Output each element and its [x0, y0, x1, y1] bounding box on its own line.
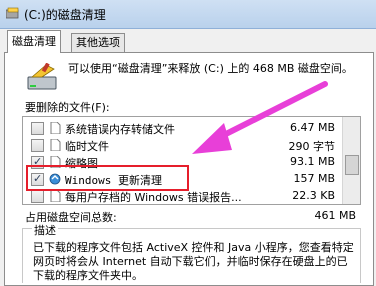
title-bar: (C:)的磁盘清理 — [0, 0, 376, 29]
list-item[interactable]: 系统错误内存转储文件 6.47 MB — [23, 120, 341, 137]
list-item-size: 290 字节 — [288, 140, 336, 153]
intro-text: 可以使用“磁盘清理”来释放 (C:) 上的 468 MB 磁盘空间。 — [68, 62, 353, 75]
list-item-name: 临时文件 — [65, 140, 109, 153]
file-icon — [50, 122, 61, 134]
description-label: 描述 — [32, 222, 58, 238]
checkbox[interactable] — [31, 122, 44, 135]
files-to-delete-label: 要删除的文件(F): — [25, 101, 110, 114]
description-text: 已下载的程序文件包括 ActiveX 控件和 Java 小程序，您查看特定网页时… — [33, 241, 354, 282]
tab-more-options[interactable]: 其他选项 — [71, 33, 125, 53]
disk-cleanup-app-icon — [6, 7, 19, 19]
disk-cleanup-drive-icon — [27, 63, 57, 90]
list-item-size: 93.1 MB — [289, 155, 335, 168]
file-icon — [50, 139, 61, 151]
scrollbar-thumb[interactable] — [345, 155, 359, 175]
file-icon — [50, 190, 61, 202]
highlight-box — [26, 165, 189, 191]
list-item-size: 6.47 MB — [289, 121, 335, 134]
files-to-delete-list[interactable]: 系统错误内存转储文件 6.47 MB 临时文件 290 字节 ✓ 缩略图 93.… — [22, 116, 361, 205]
checkbox[interactable] — [31, 139, 44, 152]
list-item-name: 系统错误内存转储文件 — [65, 123, 175, 136]
list-item[interactable]: 临时文件 290 字节 — [23, 137, 341, 154]
list-item-name: 每用户存档的 Windows 错误报告... — [65, 191, 242, 204]
list-scrollbar[interactable] — [342, 117, 360, 204]
tab-bar: 磁盘清理 其他选项 — [0, 29, 376, 53]
window-title: (C:)的磁盘清理 — [24, 8, 106, 22]
total-space-value: 461 MB — [314, 209, 356, 222]
list-item-size: 157 MB — [293, 172, 335, 185]
list-item-size: 22.3 KB — [292, 189, 335, 202]
tab-disk-cleanup[interactable]: 磁盘清理 — [7, 30, 61, 53]
checkbox[interactable] — [31, 190, 44, 203]
